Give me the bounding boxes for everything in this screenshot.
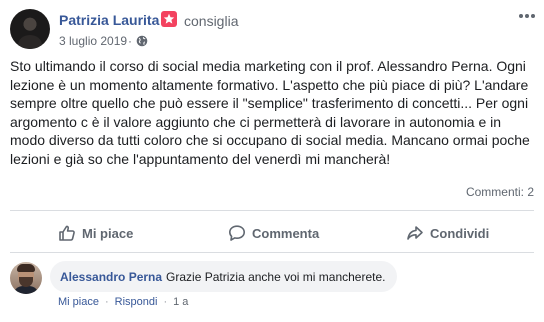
post-text-line: Sto ultimando il corso di social media m… [10, 58, 526, 74]
commenter-avatar[interactable] [10, 262, 42, 294]
comments-count-link[interactable]: Commenti: 2 [466, 185, 534, 199]
comment-actions: Mi piace · Rispondi · 1 a [58, 296, 188, 308]
post-text-line: modo diverso da tutti coloro che si occu… [10, 132, 530, 149]
comment-like-link[interactable]: Mi piace [58, 296, 99, 308]
comment-separator: · [104, 296, 109, 308]
recommends-text: consiglia [184, 13, 239, 29]
date-separator: · [128, 34, 132, 48]
like-button[interactable]: Mi piace [58, 222, 133, 244]
post-text-line: lezioni e già so che l'appuntamento del … [10, 150, 391, 167]
author-avatar[interactable] [10, 9, 50, 49]
divider [10, 252, 534, 253]
post-text-line: lezione è un momento altamente formativo… [10, 76, 529, 93]
comment-text: Grazie Patrizia anche voi mi mancherete. [166, 269, 386, 284]
comment-bubble: Alessandro Perna Grazie Patrizia anche v… [50, 261, 398, 292]
divider [10, 210, 534, 211]
post-text-line: sempre oltre quello che può essere il "s… [10, 95, 529, 112]
globe-icon[interactable] [136, 35, 148, 47]
share-label: Condividi [430, 225, 490, 241]
more-options-icon[interactable] [519, 12, 535, 20]
post-text: Sto ultimando il corso di social media m… [10, 57, 534, 169]
post-text-line: argomento c è il valore aggiunto che ci … [10, 113, 502, 130]
comment-time[interactable]: 1 a [173, 296, 188, 308]
author-name[interactable]: Patrizia Laurita [59, 12, 159, 28]
comment-button[interactable]: Commenta [228, 222, 319, 244]
comment-separator: · [163, 296, 168, 308]
share-arrow-icon [407, 226, 423, 240]
star-icon [163, 13, 175, 24]
post-date[interactable]: 3 luglio 2019 [59, 34, 127, 48]
thumbs-up-icon [59, 225, 75, 241]
commenter-name[interactable]: Alessandro Perna [60, 270, 162, 284]
like-label: Mi piace [82, 225, 134, 241]
recommendation-badge [161, 11, 177, 27]
comment-bubble-icon [229, 225, 245, 241]
facebook-post: Patrizia Laurita consiglia 3 luglio 2019… [0, 0, 544, 322]
comment-label: Commenta [252, 225, 320, 241]
share-button[interactable]: Condividi [406, 222, 489, 244]
comment-reply-link[interactable]: Rispondi [115, 296, 158, 308]
